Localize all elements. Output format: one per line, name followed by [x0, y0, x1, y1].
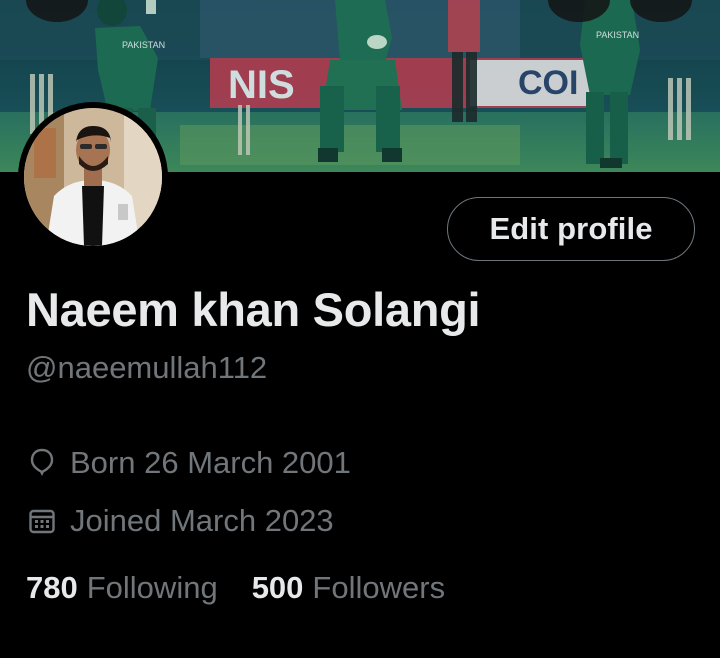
following-count: 780	[26, 570, 78, 605]
birthday-row: Born 26 March 2001	[26, 445, 351, 481]
joined-row: Joined March 2023	[26, 503, 334, 539]
joined-text: Joined March 2023	[70, 503, 334, 538]
birthday-text: Born 26 March 2001	[70, 445, 351, 480]
followers-count: 500	[251, 570, 304, 605]
balloon-icon	[26, 447, 58, 479]
avatar[interactable]	[18, 102, 168, 252]
avatar-photo	[24, 108, 162, 246]
followers-label: Followers	[312, 570, 446, 605]
display-name: Naeem khan Solangi	[26, 283, 481, 336]
edit-profile-button[interactable]: Edit profile	[447, 197, 695, 261]
user-handle: @naeemullah112	[26, 350, 268, 385]
followers-link[interactable]: 500 Followers	[252, 570, 445, 606]
follow-stats: 780 Following 500 Followers	[26, 570, 479, 606]
following-link[interactable]: 780 Following	[26, 570, 218, 606]
following-label: Following	[86, 570, 218, 605]
calendar-icon	[26, 505, 58, 537]
